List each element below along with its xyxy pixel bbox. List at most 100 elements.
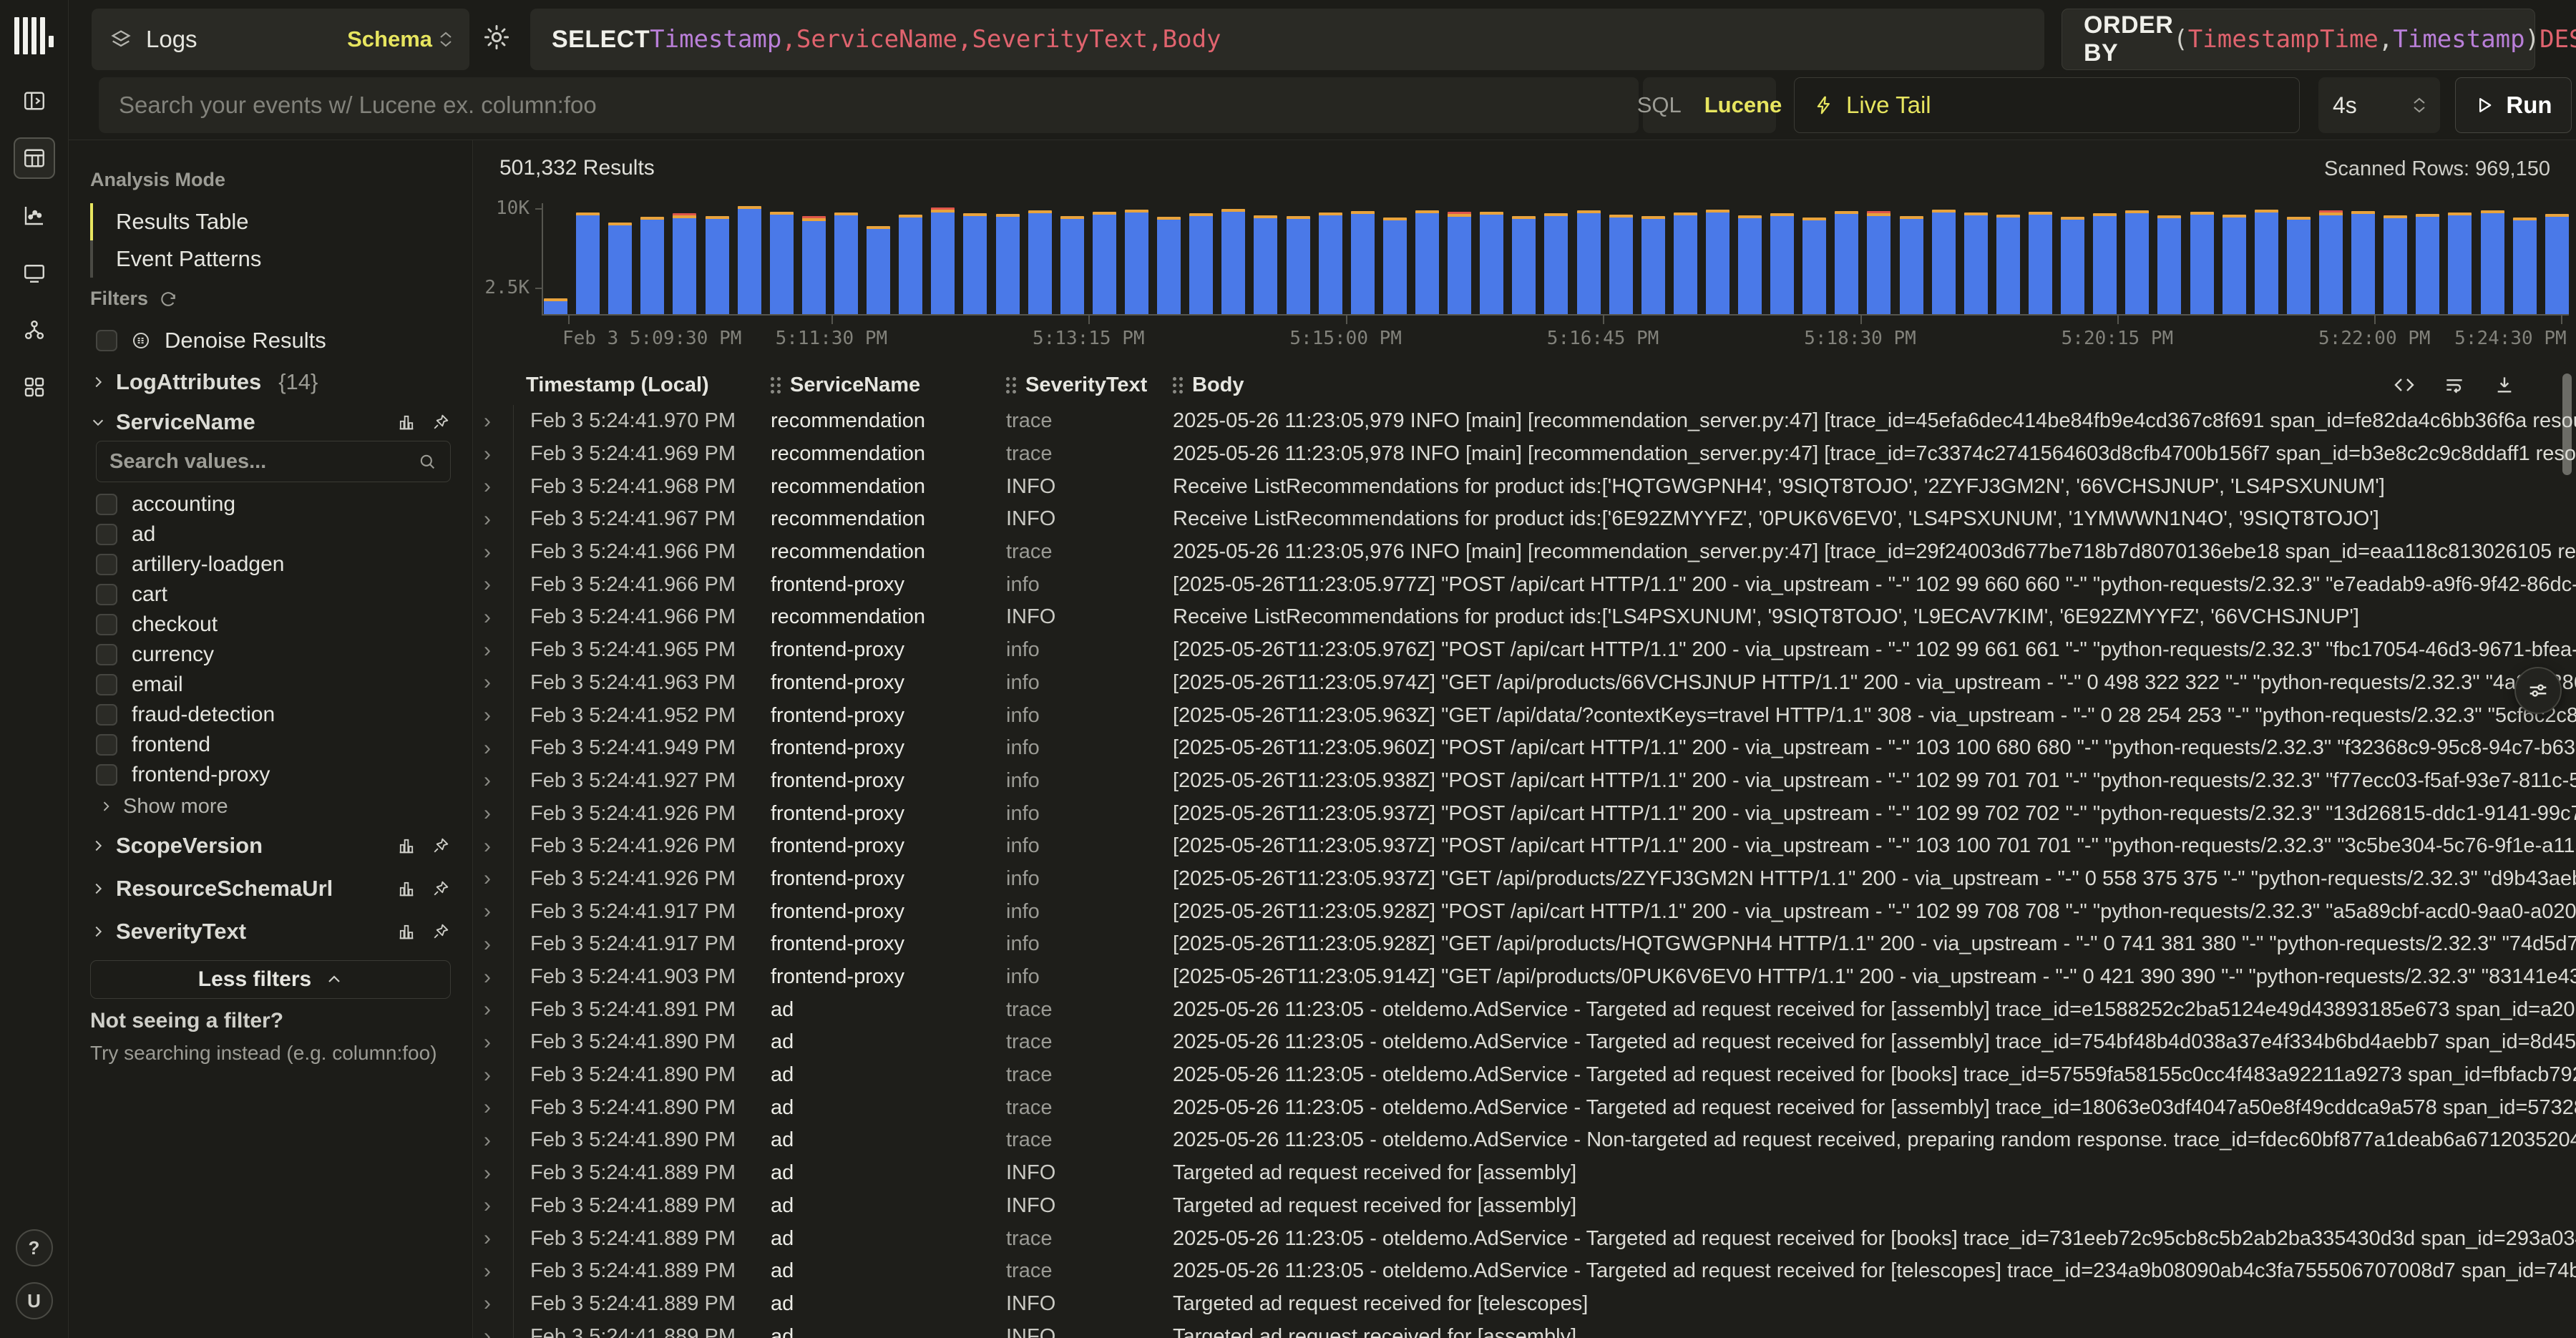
histogram-bar[interactable]: [1770, 213, 1794, 314]
row-expand-chevron[interactable]: ›: [474, 607, 513, 628]
facet-pin-icon[interactable]: [431, 879, 451, 899]
toggle-lucene[interactable]: Lucene: [1704, 92, 1782, 118]
value-checkbox[interactable]: [96, 644, 117, 665]
facet-logattributes[interactable]: LogAttributes {14}: [90, 365, 451, 399]
analysis-mode-event-patterns[interactable]: Event Patterns: [90, 240, 451, 278]
nav-dashboards-icon[interactable]: [14, 252, 55, 293]
histogram-bar[interactable]: [1448, 214, 1471, 314]
results-histogram[interactable]: 10K2.5K Feb 3 5:09:30 PM5:11:30 PM5:13:1…: [474, 195, 2576, 352]
histogram-bar[interactable]: [1319, 213, 1342, 314]
histogram-bar[interactable]: [1996, 215, 2020, 314]
histogram-bar[interactable]: [1480, 212, 1503, 314]
histogram-bar[interactable]: [1867, 213, 1890, 314]
drag-handle-icon[interactable]: [1173, 377, 1176, 381]
row-expand-chevron[interactable]: ›: [474, 640, 513, 661]
row-expand-chevron[interactable]: ›: [474, 738, 513, 759]
service-value-fraud-detection[interactable]: fraud-detection: [96, 700, 458, 730]
histogram-bar[interactable]: [1577, 210, 1601, 314]
analysis-mode-results-table[interactable]: Results Table: [90, 203, 451, 240]
histogram-bar[interactable]: [2513, 218, 2537, 314]
table-row[interactable]: ›Feb 3 5:24:41.966 PMrecommendationtrace…: [474, 536, 2576, 569]
table-row[interactable]: ›Feb 3 5:24:41.889 PMadINFOTargeted ad r…: [474, 1157, 2576, 1190]
download-icon[interactable]: [2493, 373, 2516, 396]
table-row[interactable]: ›Feb 3 5:24:41.963 PMfrontend-proxyinfo[…: [474, 667, 2576, 700]
value-checkbox[interactable]: [96, 584, 117, 605]
facet-pin-icon[interactable]: [431, 412, 451, 432]
histogram-bar[interactable]: [931, 210, 955, 314]
histogram-bar[interactable]: [2545, 214, 2569, 314]
search-input[interactable]: Search your events w/ Lucene ex. column:…: [99, 77, 1639, 133]
histogram-bar[interactable]: [1738, 215, 1762, 314]
histogram-bar[interactable]: [2481, 210, 2504, 314]
collapse-panel-icon[interactable]: [14, 80, 55, 122]
row-expand-chevron[interactable]: ›: [474, 672, 513, 693]
service-value-accounting[interactable]: accounting: [96, 489, 458, 519]
histogram-bar[interactable]: [1641, 216, 1665, 314]
histogram-bar[interactable]: [802, 218, 826, 314]
view-source-icon[interactable]: [2393, 373, 2416, 396]
histogram-bar[interactable]: [1351, 211, 1375, 314]
facet-pin-icon[interactable]: [431, 922, 451, 942]
row-expand-chevron[interactable]: ›: [474, 803, 513, 824]
histogram-bar[interactable]: [2029, 212, 2052, 314]
value-checkbox[interactable]: [96, 614, 117, 635]
histogram-bar[interactable]: [2125, 210, 2149, 314]
histogram-bar[interactable]: [1512, 216, 1536, 314]
histogram-bar[interactable]: [1674, 213, 1697, 314]
histogram-bar[interactable]: [1093, 212, 1116, 314]
histogram-bar[interactable]: [1157, 217, 1181, 314]
histogram-bar[interactable]: [2384, 215, 2407, 314]
histogram-bar[interactable]: [996, 214, 1020, 314]
help-button[interactable]: ?: [16, 1229, 53, 1266]
histogram-bar[interactable]: [640, 217, 664, 314]
value-checkbox[interactable]: [96, 734, 117, 756]
table-row[interactable]: ›Feb 3 5:24:41.926 PMfrontend-proxyinfo[…: [474, 863, 2576, 896]
nav-service-map-icon[interactable]: [14, 309, 55, 351]
histogram-bar[interactable]: [1125, 210, 1148, 314]
denoise-checkbox[interactable]: [96, 330, 117, 351]
facet-severitytext[interactable]: SeverityText: [90, 914, 451, 949]
order-by-editor[interactable]: ORDER BY (TimestampTime, Timestamp) DESC: [2062, 9, 2535, 70]
row-expand-chevron[interactable]: ›: [474, 1195, 513, 1216]
facet-scopeversion[interactable]: ScopeVersion: [90, 829, 451, 863]
table-row[interactable]: ›Feb 3 5:24:41.949 PMfrontend-proxyinfo[…: [474, 732, 2576, 765]
histogram-bar[interactable]: [963, 213, 987, 314]
table-row[interactable]: ›Feb 3 5:24:41.969 PMrecommendationtrace…: [474, 438, 2576, 471]
table-row[interactable]: ›Feb 3 5:24:41.966 PMfrontend-proxyinfo[…: [474, 568, 2576, 601]
row-expand-chevron[interactable]: ›: [474, 836, 513, 857]
row-expand-chevron[interactable]: ›: [474, 542, 513, 563]
service-value-checkout[interactable]: checkout: [96, 610, 458, 640]
facet-chart-icon[interactable]: [396, 412, 416, 432]
histogram-bar[interactable]: [1221, 209, 1245, 314]
table-row[interactable]: ›Feb 3 5:24:41.926 PMfrontend-proxyinfo[…: [474, 797, 2576, 830]
histogram-bar[interactable]: [1060, 216, 1084, 314]
column-header-servicename[interactable]: ServiceName: [771, 373, 1006, 397]
histogram-bar[interactable]: [1900, 216, 1923, 314]
wrap-text-icon[interactable]: [2443, 373, 2466, 396]
row-expand-chevron[interactable]: ›: [474, 999, 513, 1020]
facet-resourceschemaurl[interactable]: ResourceSchemaUrl: [90, 871, 451, 906]
table-row[interactable]: ›Feb 3 5:24:41.952 PMfrontend-proxyinfo[…: [474, 699, 2576, 732]
refresh-icon[interactable]: [158, 289, 178, 309]
service-value-cart[interactable]: cart: [96, 580, 458, 610]
service-value-ad[interactable]: ad: [96, 519, 458, 550]
show-more-button[interactable]: Show more: [96, 790, 458, 823]
row-expand-chevron[interactable]: ›: [474, 574, 513, 595]
service-value-artillery-loadgen[interactable]: artillery-loadgen: [96, 550, 458, 580]
table-row[interactable]: ›Feb 3 5:24:41.889 PMadINFOTargeted ad r…: [474, 1320, 2576, 1338]
row-expand-chevron[interactable]: ›: [474, 444, 513, 465]
histogram-bar[interactable]: [899, 215, 922, 315]
facet-chart-icon[interactable]: [396, 836, 416, 856]
histogram-bar[interactable]: [1609, 215, 1633, 314]
column-header-body[interactable]: Body: [1173, 373, 2526, 397]
service-value-email[interactable]: email: [96, 670, 458, 700]
toggle-sql[interactable]: SQL: [1637, 92, 1682, 118]
value-checkbox[interactable]: [96, 764, 117, 786]
value-checkbox[interactable]: [96, 524, 117, 545]
histogram-bar[interactable]: [544, 298, 567, 314]
settings-gear-icon[interactable]: [481, 21, 512, 53]
table-row[interactable]: ›Feb 3 5:24:41.890 PMadtrace2025-05-26 1…: [474, 1124, 2576, 1157]
table-row[interactable]: ›Feb 3 5:24:41.890 PMadtrace2025-05-26 1…: [474, 1059, 2576, 1092]
row-expand-chevron[interactable]: ›: [474, 705, 513, 726]
live-tail-button[interactable]: Live Tail: [1794, 77, 2300, 133]
